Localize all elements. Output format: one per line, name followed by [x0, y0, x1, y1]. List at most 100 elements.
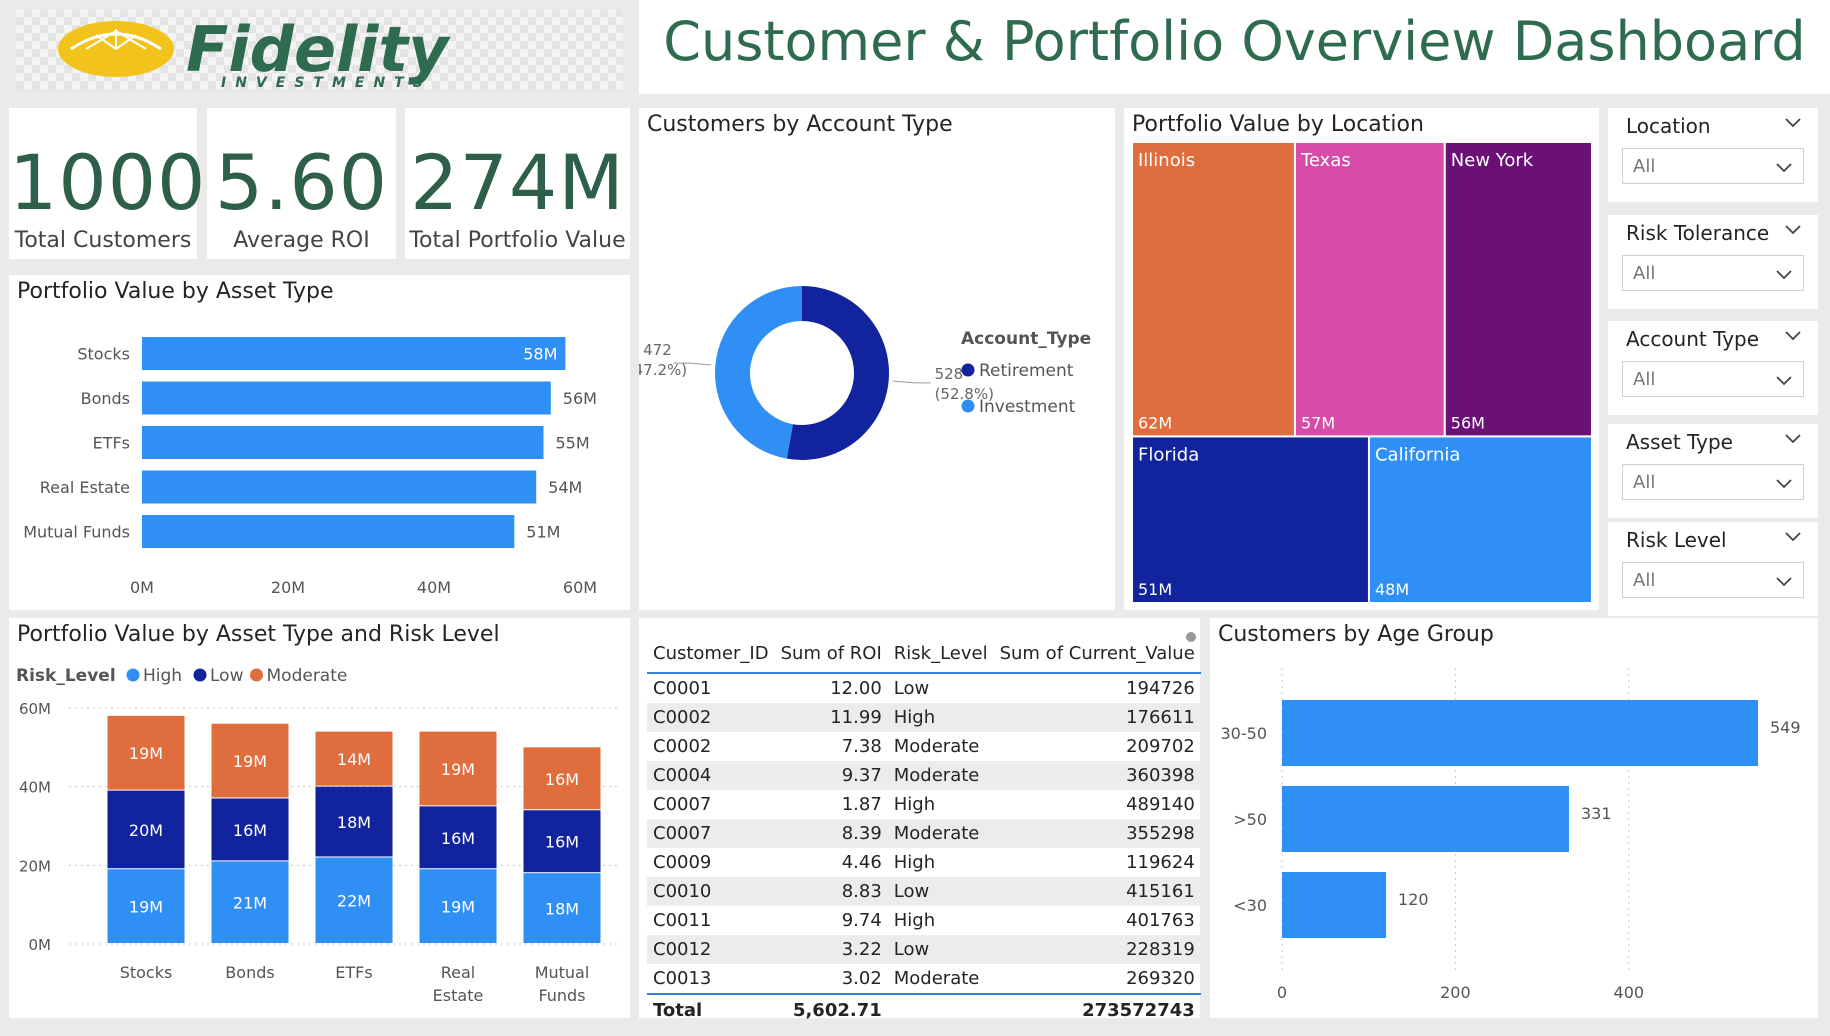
table-cell: High: [893, 794, 936, 815]
data-label: 16M: [545, 770, 579, 789]
treemap-tile[interactable]: [1131, 141, 1296, 438]
tick-label: 60M: [563, 578, 597, 597]
slice-label: 528: [935, 365, 964, 383]
legend-marker[interactable]: [193, 668, 207, 682]
table-row[interactable]: C0012 3.22 Low 228319: [647, 935, 1201, 964]
legend-marker[interactable]: [961, 399, 975, 413]
table-cell: Moderate: [893, 823, 980, 844]
bar[interactable]: [142, 337, 566, 370]
table-header-row: Customer_ID Sum of ROI Risk_Level Sum of…: [647, 634, 1201, 673]
bar[interactable]: [1282, 872, 1387, 938]
table-row[interactable]: C0009 4.46 High 119624: [647, 848, 1201, 877]
table-cell: 355298: [1126, 823, 1195, 844]
category-label: Bonds: [225, 963, 274, 982]
table-cell: 8.83: [841, 881, 882, 902]
chevron-down-icon[interactable]: [1784, 116, 1802, 128]
logo-subtext: INVESTMENTS: [221, 75, 432, 89]
slicer-label: Location: [1626, 114, 1711, 138]
kpi-card-average-roi: 5.60 Average ROI: [207, 108, 396, 259]
location-slicer: Location All: [1608, 108, 1818, 202]
bar[interactable]: [142, 381, 551, 415]
account-type-slicer: Account Type All: [1608, 321, 1818, 415]
column-header[interactable]: Sum of ROI: [775, 634, 888, 673]
table-cell: Moderate: [893, 968, 980, 989]
table-row[interactable]: C0010 8.83 Low 415161: [647, 877, 1201, 906]
chevron-down-icon[interactable]: [1784, 223, 1802, 235]
table-row[interactable]: C0001 12.00 Low 194726: [647, 673, 1201, 703]
table-cell: 9.74: [841, 910, 882, 931]
legend-label[interactable]: Retirement: [979, 361, 1074, 381]
data-label: 19M: [129, 744, 163, 763]
bar[interactable]: [1282, 700, 1758, 766]
table-cell: Low: [893, 939, 930, 960]
tile-value: 48M: [1375, 580, 1409, 599]
bar[interactable]: [142, 426, 544, 459]
tile-name: California: [1375, 444, 1460, 465]
legend-label[interactable]: High: [143, 666, 182, 686]
dropdown-value: All: [1633, 472, 1656, 493]
table-cell: 1.87: [841, 794, 882, 815]
table-cell: C0013: [653, 968, 712, 989]
legend-label[interactable]: Low: [210, 666, 244, 686]
category-label: ETFs: [335, 963, 372, 982]
pie-slice[interactable]: [786, 286, 890, 461]
customer-table: Customer_ID Sum of ROI Risk_Level Sum of…: [647, 634, 1201, 1025]
logo-panel: Fidelity INVESTMENTS: [16, 9, 623, 91]
table-cell: C0007: [653, 823, 712, 844]
asset-type-dropdown[interactable]: All: [1622, 464, 1804, 500]
tick-label: 400: [1614, 983, 1645, 1002]
table-cell: 209702: [1126, 736, 1195, 757]
table-cell: 194726: [1126, 678, 1195, 699]
account-type-dropdown[interactable]: All: [1622, 361, 1804, 397]
table-cell: Low: [893, 881, 930, 902]
category-label: >50: [1233, 810, 1267, 829]
category-label: Real Estate: [40, 478, 130, 497]
location-dropdown[interactable]: All: [1622, 148, 1804, 184]
risk-level-dropdown[interactable]: All: [1622, 562, 1804, 598]
legend-label[interactable]: Moderate: [267, 666, 348, 686]
table-cell: 4.46: [841, 852, 882, 873]
bar[interactable]: [142, 515, 515, 548]
kpi-label: Total Portfolio Value: [409, 228, 626, 253]
table-row[interactable]: C0007 8.39 Moderate 355298: [647, 819, 1201, 848]
table-row[interactable]: C0002 7.38 Moderate 209702: [647, 732, 1201, 761]
kpi-value: 1000: [9, 138, 207, 227]
treemap-tile[interactable]: [1293, 141, 1446, 438]
chevron-down-icon[interactable]: [1784, 530, 1802, 542]
legend-marker[interactable]: [250, 668, 263, 682]
chevron-down-icon[interactable]: [1784, 329, 1802, 341]
legend-label[interactable]: Investment: [979, 397, 1076, 417]
asset-type-bar-chart: Stocks 58M Bonds 56M ETFs 55M Real Estate 54M Mu…: [23, 337, 597, 597]
table-row[interactable]: C0004 9.37 Moderate 360398: [647, 761, 1201, 790]
chevron-down-icon[interactable]: [1784, 432, 1802, 444]
data-label: 55M: [556, 434, 590, 453]
location-treemap: Illinois 62M Texas 57M New York 56M Florida 51M…: [1131, 141, 1593, 604]
bar[interactable]: [1282, 786, 1569, 852]
table-cell: [887, 993, 994, 1025]
slicer-label: Account Type: [1626, 327, 1760, 351]
table-cell: High: [893, 910, 936, 931]
data-label: 19M: [233, 752, 267, 771]
table-cell: 360398: [1126, 765, 1195, 786]
table-cell: C0004: [653, 765, 712, 786]
table-row[interactable]: C0007 1.87 High 489140: [647, 790, 1201, 819]
column-header[interactable]: Sum of Current_Value: [994, 634, 1201, 673]
column-header[interactable]: Risk_Level: [888, 634, 994, 673]
bar[interactable]: [142, 470, 537, 504]
data-label: 16M: [545, 833, 579, 852]
table-row[interactable]: C0002 11.99 High 176611: [647, 703, 1201, 732]
legend-marker[interactable]: [961, 363, 975, 377]
legend-marker[interactable]: [126, 668, 140, 682]
column-header[interactable]: Customer_ID: [647, 634, 775, 673]
risk-tolerance-dropdown[interactable]: All: [1622, 255, 1804, 291]
pie-slice[interactable]: [715, 286, 802, 459]
dropdown-value: All: [1633, 156, 1656, 177]
account-type-donut-chart: 528(52.8%)472(47.2%)Account_TypeRetireme…: [628, 286, 1091, 461]
table-row[interactable]: C0011 9.74 High 401763: [647, 906, 1201, 935]
treemap-tile[interactable]: [1443, 141, 1593, 438]
slice-percent: (47.2%): [639, 361, 687, 379]
category-label: Estate: [433, 986, 484, 1005]
table-row[interactable]: C0013 3.02 Moderate 269320: [647, 964, 1201, 994]
table-cell: 3.22: [841, 939, 882, 960]
table-cell: 228319: [1126, 939, 1195, 960]
